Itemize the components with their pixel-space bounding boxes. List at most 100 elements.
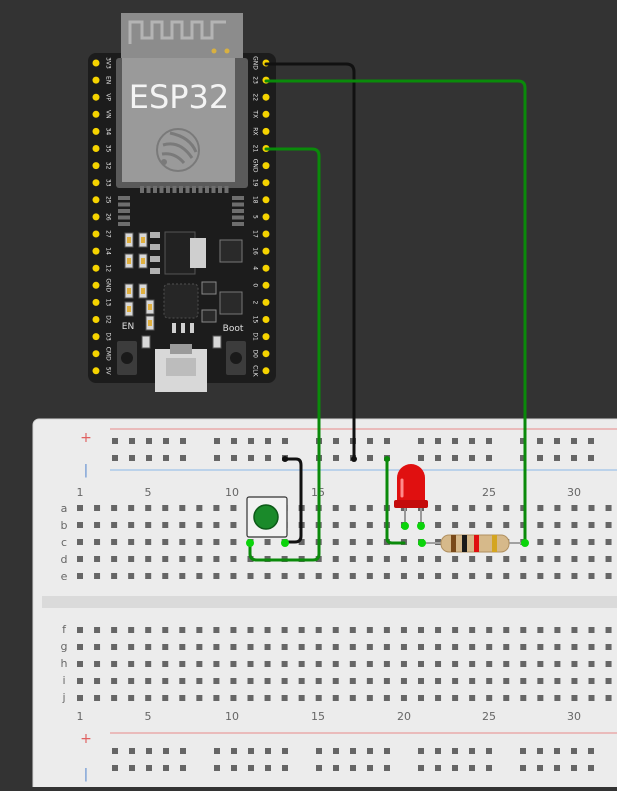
esp32-pin-left[interactable] xyxy=(92,162,100,170)
breadboard-hole[interactable] xyxy=(77,695,83,701)
breadboard-hole[interactable] xyxy=(452,556,459,562)
breadboard-hole[interactable] xyxy=(571,438,577,444)
breadboard-hole[interactable] xyxy=(128,661,135,667)
breadboard-hole[interactable] xyxy=(520,556,527,562)
breadboard-hole[interactable] xyxy=(520,627,527,633)
breadboard-hole[interactable] xyxy=(315,661,322,667)
breadboard-hole[interactable] xyxy=(264,644,271,650)
breadboard-hole[interactable] xyxy=(196,678,203,684)
breadboard-hole[interactable] xyxy=(537,539,544,545)
breadboard-hole[interactable] xyxy=(247,678,254,684)
breadboard-hole[interactable] xyxy=(333,455,339,461)
breadboard-hole[interactable] xyxy=(537,522,544,528)
breadboard-hole[interactable] xyxy=(213,695,220,701)
breadboard-hole[interactable] xyxy=(554,556,561,562)
breadboard-hole[interactable] xyxy=(332,644,339,650)
breadboard-hole[interactable] xyxy=(435,627,442,633)
breadboard-hole[interactable] xyxy=(605,573,612,579)
breadboard-hole[interactable] xyxy=(163,765,169,771)
breadboard-hole[interactable] xyxy=(196,661,203,667)
breadboard-hole[interactable] xyxy=(265,765,271,771)
breadboard-hole[interactable] xyxy=(128,505,135,511)
breadboard-hole[interactable] xyxy=(247,644,254,650)
breadboard-hole[interactable] xyxy=(588,539,595,545)
breadboard-hole[interactable] xyxy=(537,627,544,633)
breadboard-hole[interactable] xyxy=(571,627,578,633)
breadboard-hole[interactable] xyxy=(196,644,203,650)
breadboard-hole[interactable] xyxy=(349,678,356,684)
breadboard-hole[interactable] xyxy=(112,455,118,461)
breadboard-hole[interactable] xyxy=(162,644,169,650)
breadboard-hole[interactable] xyxy=(418,573,424,579)
breadboard-hole[interactable] xyxy=(162,695,169,701)
breadboard-hole[interactable] xyxy=(383,556,390,562)
breadboard-hole[interactable] xyxy=(298,695,305,701)
breadboard-hole[interactable] xyxy=(213,539,220,545)
breadboard-hole[interactable] xyxy=(537,678,544,684)
breadboard-hole[interactable] xyxy=(77,573,83,579)
breadboard-hole[interactable] xyxy=(230,627,237,633)
breadboard-hole[interactable] xyxy=(469,627,476,633)
breadboard-hole[interactable] xyxy=(179,695,186,701)
breadboard-hole[interactable] xyxy=(315,627,322,633)
boot-button[interactable] xyxy=(226,341,246,375)
breadboard-hole[interactable] xyxy=(179,556,186,562)
breadboard-hole[interactable] xyxy=(94,678,101,684)
breadboard-hole[interactable] xyxy=(145,661,152,667)
breadboard-hole[interactable] xyxy=(77,627,83,633)
breadboard-hole[interactable] xyxy=(503,644,510,650)
breadboard-hole[interactable] xyxy=(298,661,305,667)
breadboard-hole[interactable] xyxy=(349,573,356,579)
breadboard-hole[interactable] xyxy=(537,748,543,754)
breadboard-hole[interactable] xyxy=(554,627,561,633)
breadboard-hole[interactable] xyxy=(537,695,544,701)
breadboard-hole[interactable] xyxy=(128,627,135,633)
breadboard-hole[interactable] xyxy=(94,556,101,562)
breadboard-hole[interactable] xyxy=(400,627,407,633)
breadboard-hole[interactable] xyxy=(213,522,220,528)
breadboard-hole[interactable] xyxy=(316,748,322,754)
breadboard-hole[interactable] xyxy=(366,522,373,528)
breadboard-hole[interactable] xyxy=(332,539,339,545)
breadboard[interactable]: + | + | 1 5 10 15 20 25 30 1 5 10 15 20 … xyxy=(32,418,617,791)
breadboard-hole[interactable] xyxy=(230,678,237,684)
esp32-pin-left[interactable] xyxy=(92,247,100,255)
esp32-pin-right[interactable] xyxy=(262,367,270,375)
breadboard-hole[interactable] xyxy=(486,627,493,633)
breadboard-hole[interactable] xyxy=(332,505,339,511)
breadboard-hole[interactable] xyxy=(588,522,595,528)
breadboard-hole[interactable] xyxy=(281,678,288,684)
breadboard-hole[interactable] xyxy=(128,695,135,701)
breadboard-hole[interactable] xyxy=(537,556,544,562)
esp32-pin-left[interactable] xyxy=(92,367,100,375)
esp32-pin-left[interactable] xyxy=(92,76,100,84)
breadboard-hole[interactable] xyxy=(180,438,186,444)
breadboard-hole[interactable] xyxy=(231,438,237,444)
breadboard-hole[interactable] xyxy=(162,522,169,528)
breadboard-hole[interactable] xyxy=(350,765,356,771)
breadboard-hole[interactable] xyxy=(196,627,203,633)
breadboard-hole[interactable] xyxy=(163,748,169,754)
esp32-pin-left[interactable] xyxy=(92,110,100,118)
breadboard-hole[interactable] xyxy=(145,644,152,650)
breadboard-hole[interactable] xyxy=(366,539,373,545)
breadboard-hole[interactable] xyxy=(196,695,203,701)
breadboard-hole[interactable] xyxy=(162,627,169,633)
breadboard-hole[interactable] xyxy=(111,661,118,667)
breadboard-hole[interactable] xyxy=(77,505,83,511)
breadboard-hole[interactable] xyxy=(264,539,271,545)
breadboard-hole[interactable] xyxy=(418,627,424,633)
breadboard-hole[interactable] xyxy=(486,556,493,562)
breadboard-hole[interactable] xyxy=(418,556,424,562)
esp32-pin-right[interactable] xyxy=(262,127,270,135)
breadboard-hole[interactable] xyxy=(503,522,510,528)
breadboard-hole[interactable] xyxy=(162,661,169,667)
breadboard-hole[interactable] xyxy=(145,505,152,511)
breadboard-hole[interactable] xyxy=(146,765,152,771)
breadboard-hole[interactable] xyxy=(435,573,442,579)
breadboard-hole[interactable] xyxy=(435,644,442,650)
breadboard-hole[interactable] xyxy=(469,522,476,528)
breadboard-hole[interactable] xyxy=(400,678,407,684)
breadboard-hole[interactable] xyxy=(162,573,169,579)
breadboard-hole[interactable] xyxy=(248,438,254,444)
